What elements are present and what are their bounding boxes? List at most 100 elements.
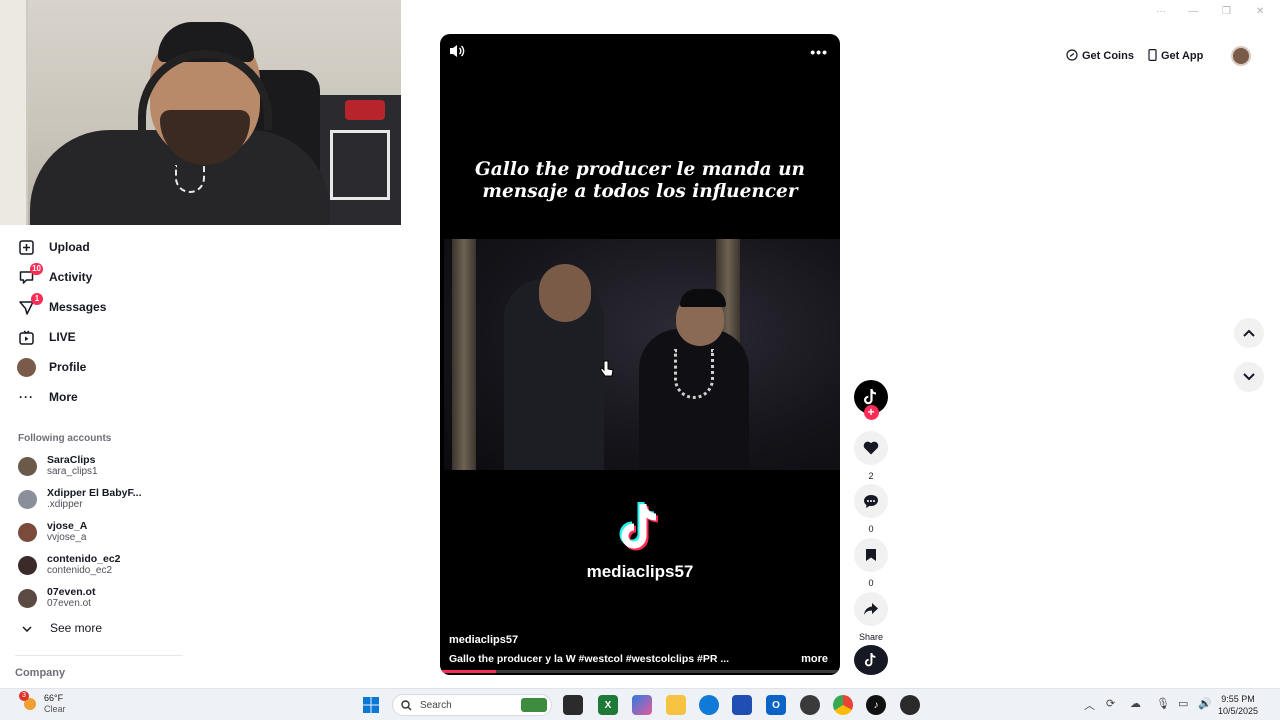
account-item[interactable]: vjose_A vvjose_a	[18, 518, 87, 546]
task-view-icon[interactable]	[563, 695, 583, 715]
video-person-left-head	[539, 264, 591, 322]
window-maximize-icon[interactable]: ❐	[1222, 6, 1231, 17]
sync-icon[interactable]: ⟳	[1106, 697, 1115, 710]
network-icon[interactable]: ▭	[1178, 697, 1188, 710]
clock-date: 10/5/2025	[1217, 706, 1259, 716]
sound-disc-button[interactable]	[852, 645, 890, 675]
account-name: 07even.ot	[47, 586, 96, 598]
account-name: SaraClips	[47, 454, 96, 466]
tiktok-logo-icon	[619, 501, 659, 551]
nav-messages[interactable]: 1 Messages	[18, 292, 107, 320]
video-player[interactable]: ••• Gallo the producer le manda un mensa…	[440, 34, 840, 675]
nav-more-label: More	[49, 390, 78, 404]
xbox-icon[interactable]: X	[598, 695, 618, 715]
video-person-right-cap	[680, 289, 726, 307]
comment-icon	[854, 484, 888, 518]
account-avatar	[18, 555, 37, 575]
video-menu-button[interactable]: •••	[810, 44, 828, 60]
video-progress-bar[interactable]	[440, 670, 840, 673]
chrome-icon[interactable]	[833, 695, 853, 715]
nav-live-label: LIVE	[49, 330, 76, 344]
music-disc-icon	[854, 645, 888, 675]
follow-plus-icon[interactable]: +	[863, 405, 879, 420]
profile-avatar	[17, 357, 36, 377]
webcam-door	[0, 0, 28, 225]
account-name: Xdipper El BabyF...	[47, 487, 142, 499]
nav-live[interactable]: LIVE	[18, 324, 76, 350]
outlook-icon[interactable]: O	[766, 695, 786, 715]
save-count: 0	[868, 578, 874, 588]
see-more-label: See more	[50, 621, 103, 635]
tiktok-taskbar-icon[interactable]: ♪	[866, 695, 886, 715]
get-coins-button[interactable]: Get Coins	[1066, 48, 1134, 64]
nav-upload[interactable]: Upload	[18, 234, 90, 260]
previous-video-button[interactable]	[1234, 318, 1264, 348]
share-label: Share	[858, 632, 884, 642]
nav-upload-label: Upload	[49, 240, 90, 254]
nav-profile-label: Profile	[49, 360, 87, 374]
nav-profile[interactable]: Profile	[17, 354, 87, 380]
video-author-name[interactable]: mediaclips57	[449, 634, 518, 646]
get-app-button[interactable]: Get App	[1148, 48, 1203, 64]
upload-icon	[18, 239, 35, 256]
taskbar-search[interactable]: Search	[392, 694, 552, 716]
clock-time: 9:55 PM	[1221, 694, 1255, 704]
share-button[interactable]: Share	[852, 592, 890, 642]
heart-icon	[854, 431, 888, 465]
nav-more[interactable]: ··· More	[18, 384, 78, 410]
author-avatar-button[interactable]: +	[852, 380, 890, 420]
activity-badge: 10	[30, 262, 43, 275]
like-button[interactable]: 2	[852, 431, 890, 481]
next-video-button[interactable]	[1234, 362, 1264, 392]
webcam-red-object	[345, 100, 385, 120]
company-link[interactable]: Company	[15, 667, 65, 679]
app-taskbar-icon[interactable]	[900, 695, 920, 715]
nav-messages-label: Messages	[49, 300, 107, 314]
account-item[interactable]: 07even.ot 07even.ot	[18, 584, 95, 612]
account-item[interactable]: contenido_ec2 contenido_ec2	[18, 551, 121, 579]
account-name: contenido_ec2	[47, 553, 121, 565]
account-handle: vvjose_a	[47, 532, 87, 543]
cloud-icon[interactable]: ☁	[1130, 697, 1141, 710]
account-avatar	[18, 588, 37, 608]
hand-cursor-icon	[600, 360, 614, 377]
more-icon: ···	[19, 390, 34, 404]
webcam-shelf-frame	[330, 130, 390, 200]
weather-widget[interactable]: 3 66°F Clear	[19, 691, 66, 715]
microphone-icon[interactable]: 🎙	[1156, 697, 1170, 710]
account-item[interactable]: SaraClips sara_clips1	[18, 452, 98, 480]
account-avatar	[18, 456, 37, 476]
file-explorer-icon[interactable]	[666, 695, 686, 715]
share-icon	[854, 592, 888, 626]
copilot-icon[interactable]	[632, 695, 652, 715]
messages-badge: 1	[31, 292, 43, 305]
account-item[interactable]: Xdipper El BabyF... .xdipper	[18, 485, 142, 513]
system-clock[interactable]: 9:55 PM 10/5/2025	[1210, 693, 1266, 717]
comment-button[interactable]: 0	[852, 484, 890, 534]
nav-activity[interactable]: 10 Activity	[18, 262, 92, 290]
account-avatar	[18, 489, 37, 509]
video-caption: Gallo the producer y la W #westcol #west…	[449, 653, 730, 665]
edge-icon[interactable]	[699, 695, 719, 715]
phone-icon	[1148, 48, 1157, 64]
window-more-icon[interactable]: ···	[1156, 6, 1166, 17]
save-button[interactable]: 0	[852, 538, 890, 588]
window-close-icon[interactable]: ✕	[1256, 6, 1264, 17]
see-more-button[interactable]: See more	[22, 621, 102, 635]
volume-icon[interactable]	[448, 43, 466, 59]
search-icon	[401, 699, 412, 710]
tray-overflow-icon[interactable]: ︿	[1084, 697, 1095, 713]
video-title-text: Gallo the producer le manda un mensaje a…	[440, 159, 840, 203]
user-avatar[interactable]	[1231, 46, 1252, 66]
video-person-right-chain	[674, 349, 714, 399]
messages-icon: 1	[18, 292, 43, 316]
window-minimize-icon[interactable]: —	[1188, 6, 1198, 17]
like-count: 2	[868, 471, 874, 481]
palm-tree	[452, 239, 476, 470]
windows-start-icon[interactable]	[361, 695, 381, 715]
obs-icon[interactable]	[800, 695, 820, 715]
caption-more-button[interactable]: more	[801, 653, 828, 665]
search-placeholder: Search	[420, 699, 452, 711]
store-icon[interactable]	[732, 695, 752, 715]
account-handle: contenido_ec2	[47, 565, 113, 576]
